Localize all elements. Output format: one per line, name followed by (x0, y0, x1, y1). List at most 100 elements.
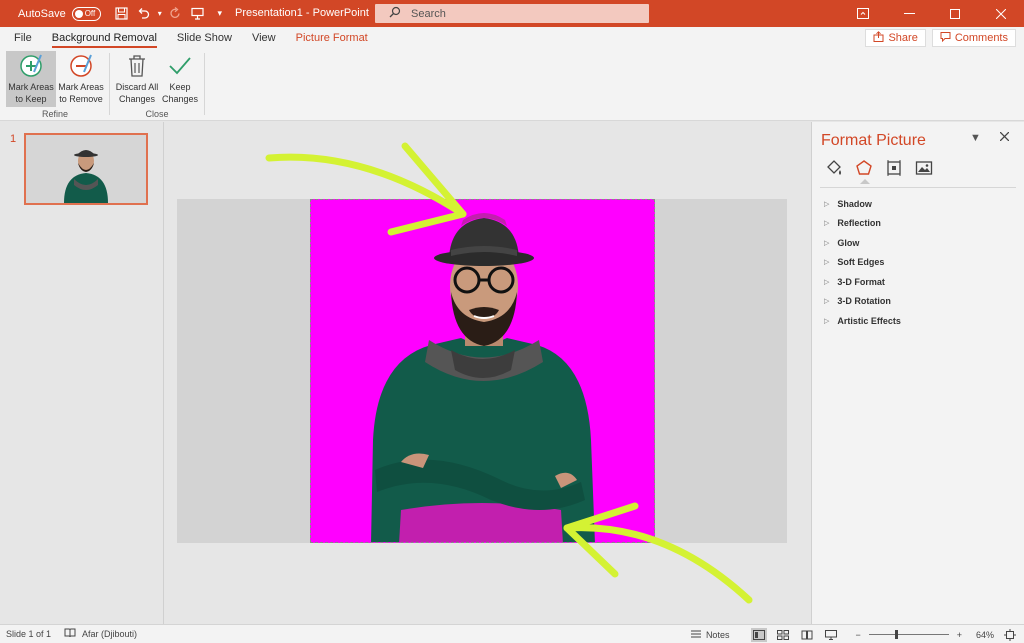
fit-slide-icon[interactable] (1002, 628, 1018, 642)
keep-line1: Keep (169, 82, 191, 92)
keep-changes-button[interactable]: Keep Changes (160, 51, 200, 107)
slide-thumbnail[interactable] (24, 133, 148, 205)
mark-keep-line2: to Keep (15, 94, 47, 104)
window-controls (840, 0, 1024, 27)
autosave-state: Off (84, 9, 96, 18)
expand-arrow-icon: ▷ (824, 220, 830, 228)
section-label: 3-D Format (837, 276, 885, 287)
toggle-knob (74, 9, 83, 18)
mark-keep-icon (16, 51, 46, 81)
mark-remove-icon (66, 51, 96, 81)
zoom-out-icon[interactable]: − (855, 630, 860, 640)
zoom-in-icon[interactable]: + (957, 630, 962, 640)
section-shadow[interactable]: ▷ Shadow (824, 194, 901, 214)
expand-arrow-icon: ▷ (824, 278, 830, 286)
discard-all-changes-button[interactable]: Discard All Changes (114, 51, 160, 107)
ribbon-tabs: File Background Removal Slide Show View … (0, 27, 1024, 49)
section-label: Soft Edges (837, 257, 885, 268)
section-label: Glow (837, 237, 860, 248)
section-3d-rotation[interactable]: ▷ 3-D Rotation (824, 292, 901, 312)
maximize-icon[interactable] (932, 0, 978, 27)
ribbon: Mark Areas to Keep Mark Areas to Remove … (0, 49, 1024, 121)
customize-toolbar-icon[interactable]: ▾ (209, 0, 231, 27)
size-properties-icon[interactable] (884, 158, 904, 178)
picture-icon[interactable] (914, 158, 934, 178)
group-divider (204, 53, 205, 115)
autosave-label: AutoSave (18, 7, 66, 20)
reading-view-icon[interactable] (799, 628, 815, 642)
share-button[interactable]: Share (865, 29, 926, 47)
language-indicator[interactable]: Afar (Djibouti) (64, 628, 137, 640)
tab-file[interactable]: File (4, 27, 42, 49)
keep-line2: Changes (161, 94, 199, 104)
notes-icon (690, 629, 702, 641)
tab-view[interactable]: View (242, 27, 286, 49)
effects-icon[interactable] (854, 158, 874, 184)
fill-line-icon[interactable] (824, 158, 844, 178)
slide-count: Slide 1 of 1 (6, 629, 52, 639)
thumbnail-person-image (26, 135, 146, 203)
checkmark-icon (165, 51, 195, 81)
section-glow[interactable]: ▷ Glow (824, 233, 901, 253)
undo-dropdown-icon[interactable]: ▾ (155, 0, 165, 27)
share-area: Share Comments (865, 29, 1016, 47)
minimize-icon[interactable] (886, 0, 932, 27)
group-close: Discard All Changes Keep Changes Close (112, 49, 202, 121)
discard-line2: Changes (118, 94, 156, 104)
spelling-icon (64, 628, 76, 640)
redo-icon[interactable] (165, 0, 187, 27)
zoom-level[interactable]: 64% (976, 630, 994, 640)
expand-arrow-icon: ▷ (824, 298, 830, 306)
background-removal-picture[interactable] (310, 199, 655, 543)
ribbon-display-options-icon[interactable] (840, 0, 886, 27)
share-label: Share (888, 32, 918, 44)
close-pane-icon[interactable] (999, 131, 1010, 144)
format-category-icons (824, 158, 934, 184)
status-bar: Slide 1 of 1 Afar (Djibouti) Notes − + 6… (0, 624, 1024, 643)
tab-background-removal[interactable]: Background Removal (42, 27, 167, 49)
comment-icon (940, 31, 951, 45)
slide-thumbnails-pane: 1 (0, 122, 164, 624)
close-window-icon[interactable] (978, 0, 1024, 27)
slide-sorter-icon[interactable] (775, 628, 791, 642)
zoom-slider-thumb[interactable] (894, 630, 898, 639)
slideshow-view-icon[interactable] (823, 628, 839, 642)
zoom-slider[interactable] (868, 630, 949, 639)
normal-view-icon[interactable] (751, 627, 768, 642)
section-artistic-effects[interactable]: ▷ Artistic Effects (824, 311, 901, 331)
mark-areas-to-remove-button[interactable]: Mark Areas to Remove (56, 51, 106, 107)
search-box[interactable]: Search (375, 4, 649, 23)
search-icon (389, 6, 401, 21)
expand-arrow-icon: ▷ (824, 239, 830, 247)
section-reflection[interactable]: ▷ Reflection (824, 214, 901, 234)
notes-label: Notes (705, 629, 730, 640)
tab-slide-show[interactable]: Slide Show (167, 27, 242, 49)
undo-icon[interactable] (133, 0, 155, 27)
format-pane-title: Format Picture (821, 132, 926, 149)
section-soft-edges[interactable]: ▷ Soft Edges (824, 253, 901, 273)
mark-remove-line1: Mark Areas (58, 82, 104, 92)
pane-options-icon[interactable]: ▼ (970, 132, 981, 144)
expand-arrow-icon: ▷ (824, 200, 830, 208)
comments-button[interactable]: Comments (931, 29, 1016, 47)
mark-keep-line1: Mark Areas (8, 82, 54, 92)
notes-button[interactable]: Notes (690, 629, 730, 641)
share-icon (873, 31, 884, 45)
effects-section-list: ▷ Shadow ▷ Reflection ▷ Glow ▷ Soft Edges ▷ 3… (824, 194, 901, 331)
window-title: Presentation1 - PowerPoint (235, 7, 369, 19)
expand-arrow-icon: ▷ (824, 317, 830, 325)
format-pane-divider (820, 187, 1016, 188)
present-icon[interactable] (187, 0, 209, 27)
section-3d-format[interactable]: ▷ 3-D Format (824, 272, 901, 292)
comments-label: Comments (954, 32, 1008, 44)
person-photo (311, 200, 654, 542)
autosave-toggle[interactable]: Off (71, 6, 101, 21)
language-label: Afar (Djibouti) (82, 629, 138, 639)
slide-editing-canvas (165, 122, 810, 624)
mark-areas-to-keep-button[interactable]: Mark Areas to Keep (6, 51, 56, 107)
search-placeholder: Search (411, 7, 446, 20)
quick-access-toolbar: AutoSave Off ▾ ▾ (0, 0, 231, 27)
discard-line1: Discard All (115, 82, 159, 92)
save-icon[interactable] (111, 0, 133, 27)
tab-picture-format[interactable]: Picture Format (286, 27, 378, 49)
